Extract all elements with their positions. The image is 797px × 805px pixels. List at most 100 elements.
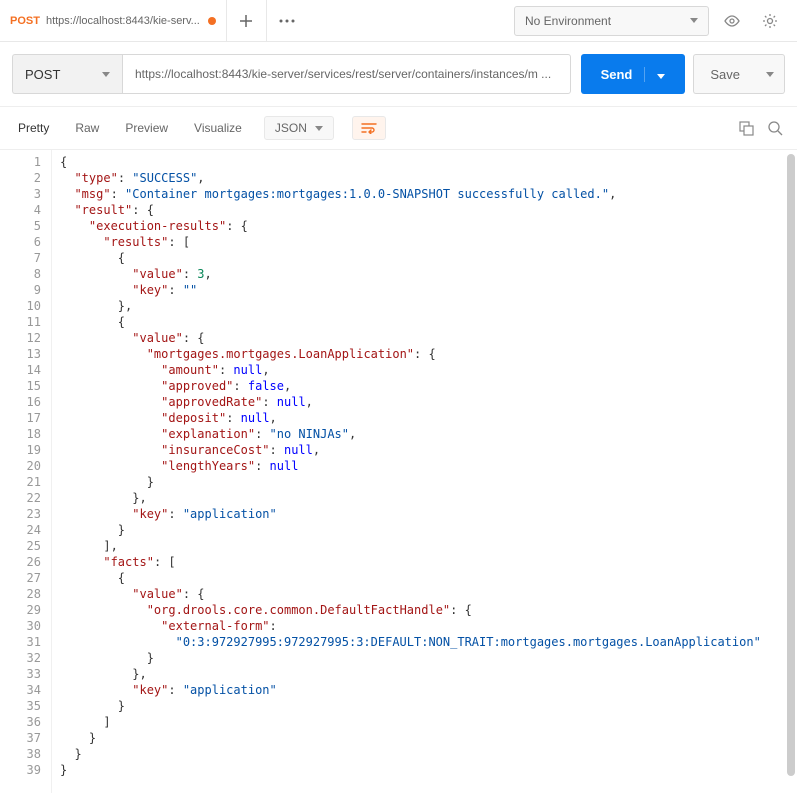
send-label: Send (601, 67, 633, 82)
line-number: 31 (0, 634, 41, 650)
code-line: { (60, 314, 797, 330)
environment-select[interactable]: No Environment (514, 6, 709, 36)
line-number: 23 (0, 506, 41, 522)
send-button[interactable]: Send (581, 54, 686, 94)
wrap-icon (361, 122, 377, 134)
line-number: 24 (0, 522, 41, 538)
code-line: { (60, 570, 797, 586)
line-number: 14 (0, 362, 41, 378)
scrollbar-thumb[interactable] (787, 154, 795, 776)
code-line: "key": "application" (60, 682, 797, 698)
line-number: 27 (0, 570, 41, 586)
line-number: 16 (0, 394, 41, 410)
new-tab-button[interactable] (227, 0, 267, 42)
environment-label: No Environment (525, 14, 611, 28)
code-line: "execution-results": { (60, 218, 797, 234)
line-number: 11 (0, 314, 41, 330)
line-number: 8 (0, 266, 41, 282)
code-line: "facts": [ (60, 554, 797, 570)
copy-button[interactable] (739, 121, 754, 136)
code-line: }, (60, 298, 797, 314)
code-line: "approvedRate": null, (60, 394, 797, 410)
line-number: 34 (0, 682, 41, 698)
code-line: "key": "" (60, 282, 797, 298)
line-number: 2 (0, 170, 41, 186)
format-select[interactable]: JSON (264, 116, 334, 140)
code-line: "results": [ (60, 234, 797, 250)
tab-raw[interactable]: Raw (71, 115, 103, 141)
wrap-lines-button[interactable] (352, 116, 386, 140)
line-number: 4 (0, 202, 41, 218)
code-line: { (60, 154, 797, 170)
code-line: } (60, 698, 797, 714)
line-number: 19 (0, 442, 41, 458)
send-options-button[interactable] (644, 67, 665, 82)
code-line: "approved": false, (60, 378, 797, 394)
chevron-down-icon (102, 72, 110, 77)
response-actions (739, 121, 783, 136)
line-number: 13 (0, 346, 41, 362)
code-line: "org.drools.core.common.DefaultFactHandl… (60, 602, 797, 618)
ellipsis-icon (279, 19, 295, 23)
method-select[interactable]: POST (12, 54, 122, 94)
line-number: 20 (0, 458, 41, 474)
code-line: } (60, 762, 797, 778)
line-number: 12 (0, 330, 41, 346)
code-line: "amount": null, (60, 362, 797, 378)
code-line: }, (60, 666, 797, 682)
code-line: "value": { (60, 330, 797, 346)
line-number: 39 (0, 762, 41, 778)
code-line: } (60, 522, 797, 538)
tab-title: https://localhost:8443/kie-serv... (46, 15, 200, 27)
line-number: 30 (0, 618, 41, 634)
chevron-down-icon (315, 126, 323, 131)
environment-quicklook-button[interactable] (717, 6, 747, 36)
search-button[interactable] (768, 121, 783, 136)
code-line: } (60, 474, 797, 490)
chevron-down-icon (690, 18, 698, 23)
eye-icon (723, 15, 741, 27)
line-number: 10 (0, 298, 41, 314)
line-number: 15 (0, 378, 41, 394)
line-number: 28 (0, 586, 41, 602)
save-label: Save (710, 67, 740, 82)
save-button[interactable]: Save (693, 54, 756, 94)
search-icon (768, 121, 783, 136)
tab-pretty[interactable]: Pretty (14, 115, 53, 141)
tab-overflow-button[interactable] (267, 19, 307, 23)
line-number: 17 (0, 410, 41, 426)
environment-section: No Environment (514, 6, 797, 36)
line-number: 25 (0, 538, 41, 554)
line-gutter: 1234567891011121314151617181920212223242… (0, 150, 52, 793)
tab-preview[interactable]: Preview (121, 115, 172, 141)
format-value: JSON (275, 121, 307, 135)
code-line: "value": 3, (60, 266, 797, 282)
line-number: 36 (0, 714, 41, 730)
line-number: 21 (0, 474, 41, 490)
code-line: ], (60, 538, 797, 554)
code-line: "result": { (60, 202, 797, 218)
request-tab[interactable]: POST https://localhost:8443/kie-serv... (0, 0, 227, 42)
top-bar: POST https://localhost:8443/kie-serv... … (0, 0, 797, 42)
code-line: "value": { (60, 586, 797, 602)
line-number: 5 (0, 218, 41, 234)
settings-button[interactable] (755, 6, 785, 36)
line-number: 7 (0, 250, 41, 266)
code-line: "key": "application" (60, 506, 797, 522)
code-line: "external-form": (60, 618, 797, 634)
scrollbar[interactable] (785, 154, 795, 789)
gear-icon (762, 13, 778, 29)
plus-icon (239, 14, 253, 28)
line-number: 33 (0, 666, 41, 682)
line-number: 9 (0, 282, 41, 298)
code-content[interactable]: { "type": "SUCCESS", "msg": "Container m… (52, 150, 797, 793)
copy-icon (739, 121, 754, 136)
code-line: "type": "SUCCESS", (60, 170, 797, 186)
url-input[interactable]: https://localhost:8443/kie-server/servic… (122, 54, 571, 94)
code-line: "lengthYears": null (60, 458, 797, 474)
line-number: 29 (0, 602, 41, 618)
line-number: 32 (0, 650, 41, 666)
tab-method: POST (10, 15, 40, 27)
save-options-button[interactable] (756, 54, 785, 94)
tab-visualize[interactable]: Visualize (190, 115, 246, 141)
